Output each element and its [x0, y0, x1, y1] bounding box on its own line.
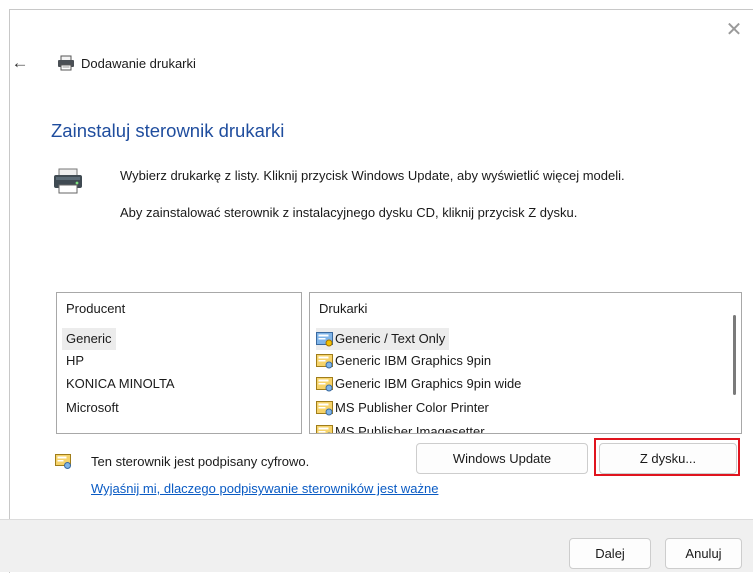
printer-list-scrollbar[interactable]	[725, 293, 741, 433]
manufacturer-item-microsoft[interactable]: Microsoft	[62, 397, 123, 419]
printer-icon	[58, 55, 74, 71]
windows-update-button[interactable]: Windows Update	[416, 443, 588, 474]
dialog-title: Dodawanie drukarki	[81, 55, 196, 71]
printer-item-ibm-9pin[interactable]: Generic IBM Graphics 9pin	[316, 350, 491, 372]
printer-large-icon	[54, 168, 82, 194]
driver-certificate-icon	[316, 376, 333, 391]
printer-item-label: Generic / Text Only	[335, 331, 446, 346]
printer-item-ms-publisher-imagesetter[interactable]: MS Publisher Imagesetter	[316, 421, 485, 434]
printer-item-ibm-9pin-wide[interactable]: Generic IBM Graphics 9pin wide	[316, 373, 521, 395]
description-have-disk: Aby zainstalować sterownik z instalacyjn…	[120, 205, 578, 220]
cancel-button[interactable]: Anuluj	[665, 538, 742, 569]
printer-item-label: MS Publisher Imagesetter	[335, 424, 485, 434]
printer-list[interactable]: Drukarki Generic / Text Only Generic IBM…	[309, 292, 742, 434]
manufacturer-list-header: Producent	[66, 301, 126, 316]
close-icon[interactable]: ✕	[714, 10, 753, 50]
back-arrow-icon[interactable]: ←	[9, 53, 31, 73]
manufacturer-item-konica-minolta[interactable]: KONICA MINOLTA	[62, 373, 179, 395]
signature-status: Ten sterownik jest podpisany cyfrowo.	[91, 454, 310, 469]
printer-list-header: Drukarki	[319, 301, 368, 316]
next-button[interactable]: Dalej	[569, 538, 651, 569]
highlight-frame	[594, 438, 740, 476]
scrollbar-thumb[interactable]	[733, 315, 736, 395]
page-heading: Zainstaluj sterownik drukarki	[51, 120, 285, 141]
description-select-printer: Wybierz drukarkę z listy. Kliknij przyci…	[120, 168, 625, 183]
manufacturer-item-hp[interactable]: HP	[62, 350, 88, 372]
manufacturer-item-generic[interactable]: Generic	[62, 328, 116, 350]
printer-item-label: Generic IBM Graphics 9pin	[335, 353, 492, 368]
printer-item-label: MS Publisher Color Printer	[335, 400, 489, 415]
printer-item-generic-text-only[interactable]: Generic / Text Only	[316, 328, 450, 350]
driver-certificate-icon	[316, 424, 333, 433]
driver-signing-info-link[interactable]: Wyjaśnij mi, dlaczego podpisywanie stero…	[91, 481, 438, 496]
printer-item-label: Generic IBM Graphics 9pin wide	[335, 376, 522, 391]
dialog-header: ← Dodawanie drukarki	[9, 49, 196, 77]
driver-certificate-icon	[316, 331, 333, 346]
manufacturer-list[interactable]: Producent Generic HP KONICA MINOLTA Micr…	[56, 292, 302, 434]
driver-certificate-icon	[316, 353, 333, 368]
driver-certificate-icon	[316, 400, 333, 415]
printer-item-ms-publisher-color[interactable]: MS Publisher Color Printer	[316, 397, 489, 419]
signed-driver-icon	[55, 454, 71, 469]
